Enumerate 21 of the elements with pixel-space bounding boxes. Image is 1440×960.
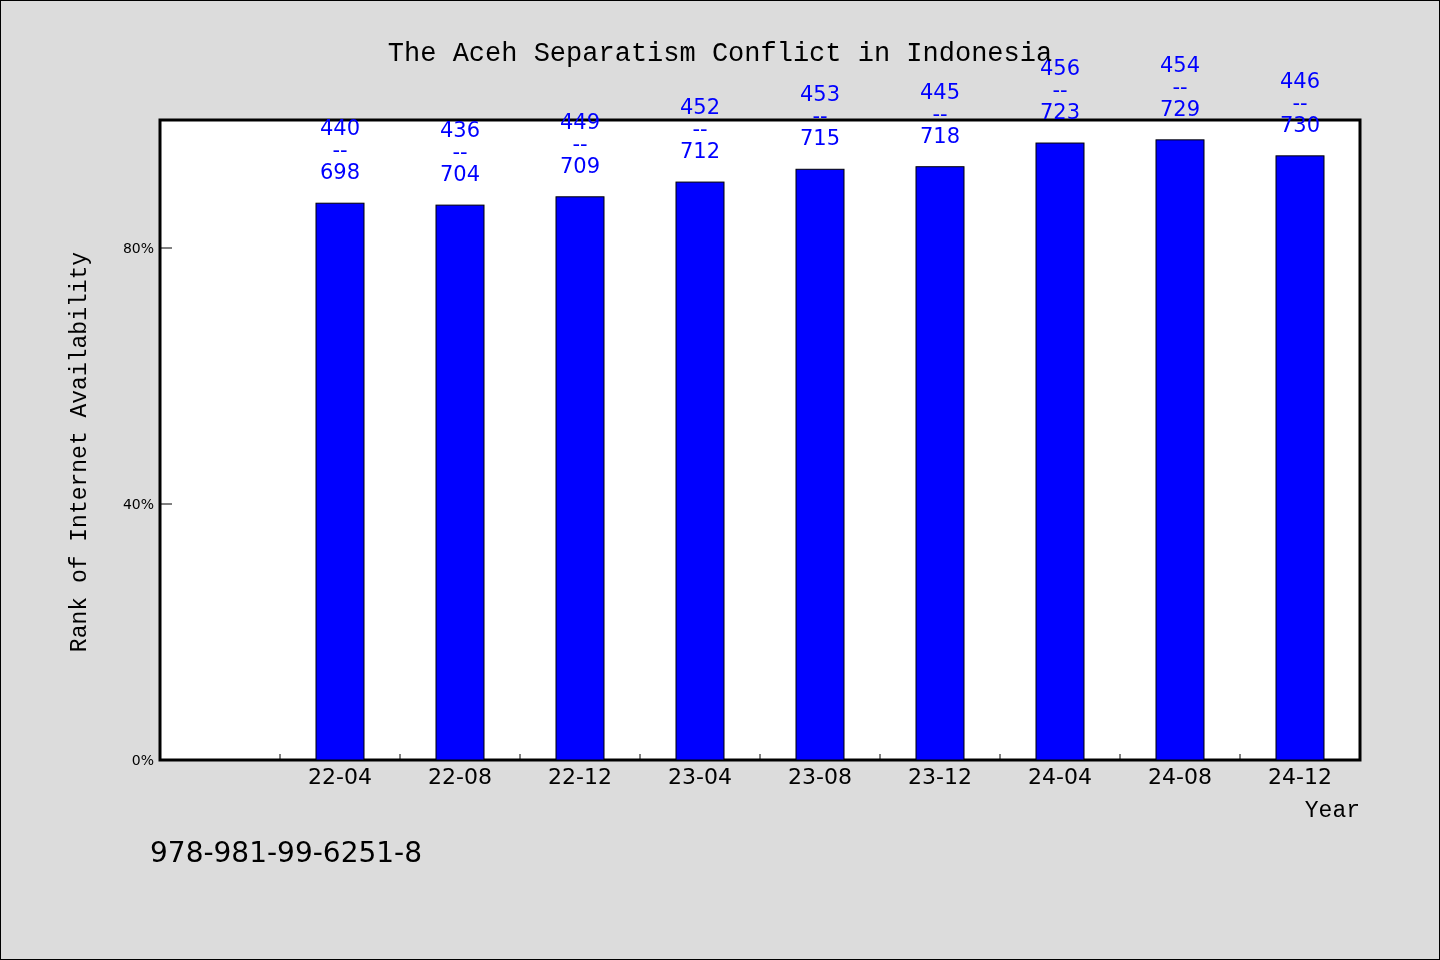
category-label: 24-08	[1148, 764, 1212, 789]
tick-label: 80%	[122, 240, 154, 256]
value-label: 440 -- 698	[319, 116, 361, 185]
axis-title: Year	[1304, 798, 1360, 824]
category-label: 22-08	[428, 764, 492, 789]
value-label: 452 -- 712	[679, 95, 721, 164]
category-label: 23-04	[668, 764, 732, 789]
value-label: 445 -- 718	[919, 79, 961, 148]
value-label: 453 -- 715	[799, 82, 841, 151]
value-label: 454 -- 729	[1159, 52, 1201, 121]
tick-label: 40%	[122, 496, 154, 512]
category-label: 23-08	[788, 764, 852, 789]
value-label: 436 -- 704	[439, 118, 481, 187]
category-label: 22-04	[308, 764, 372, 789]
isbn-text: 978-981-99-6251-8	[150, 836, 422, 869]
axis-title: Rank of Internet Availability	[67, 251, 93, 653]
category-label: 22-12	[548, 764, 612, 789]
category-label: 24-04	[1028, 764, 1092, 789]
tick-label: 0%	[131, 752, 154, 768]
category-label: 24-12	[1268, 764, 1332, 789]
category-label: 23-12	[908, 764, 972, 789]
